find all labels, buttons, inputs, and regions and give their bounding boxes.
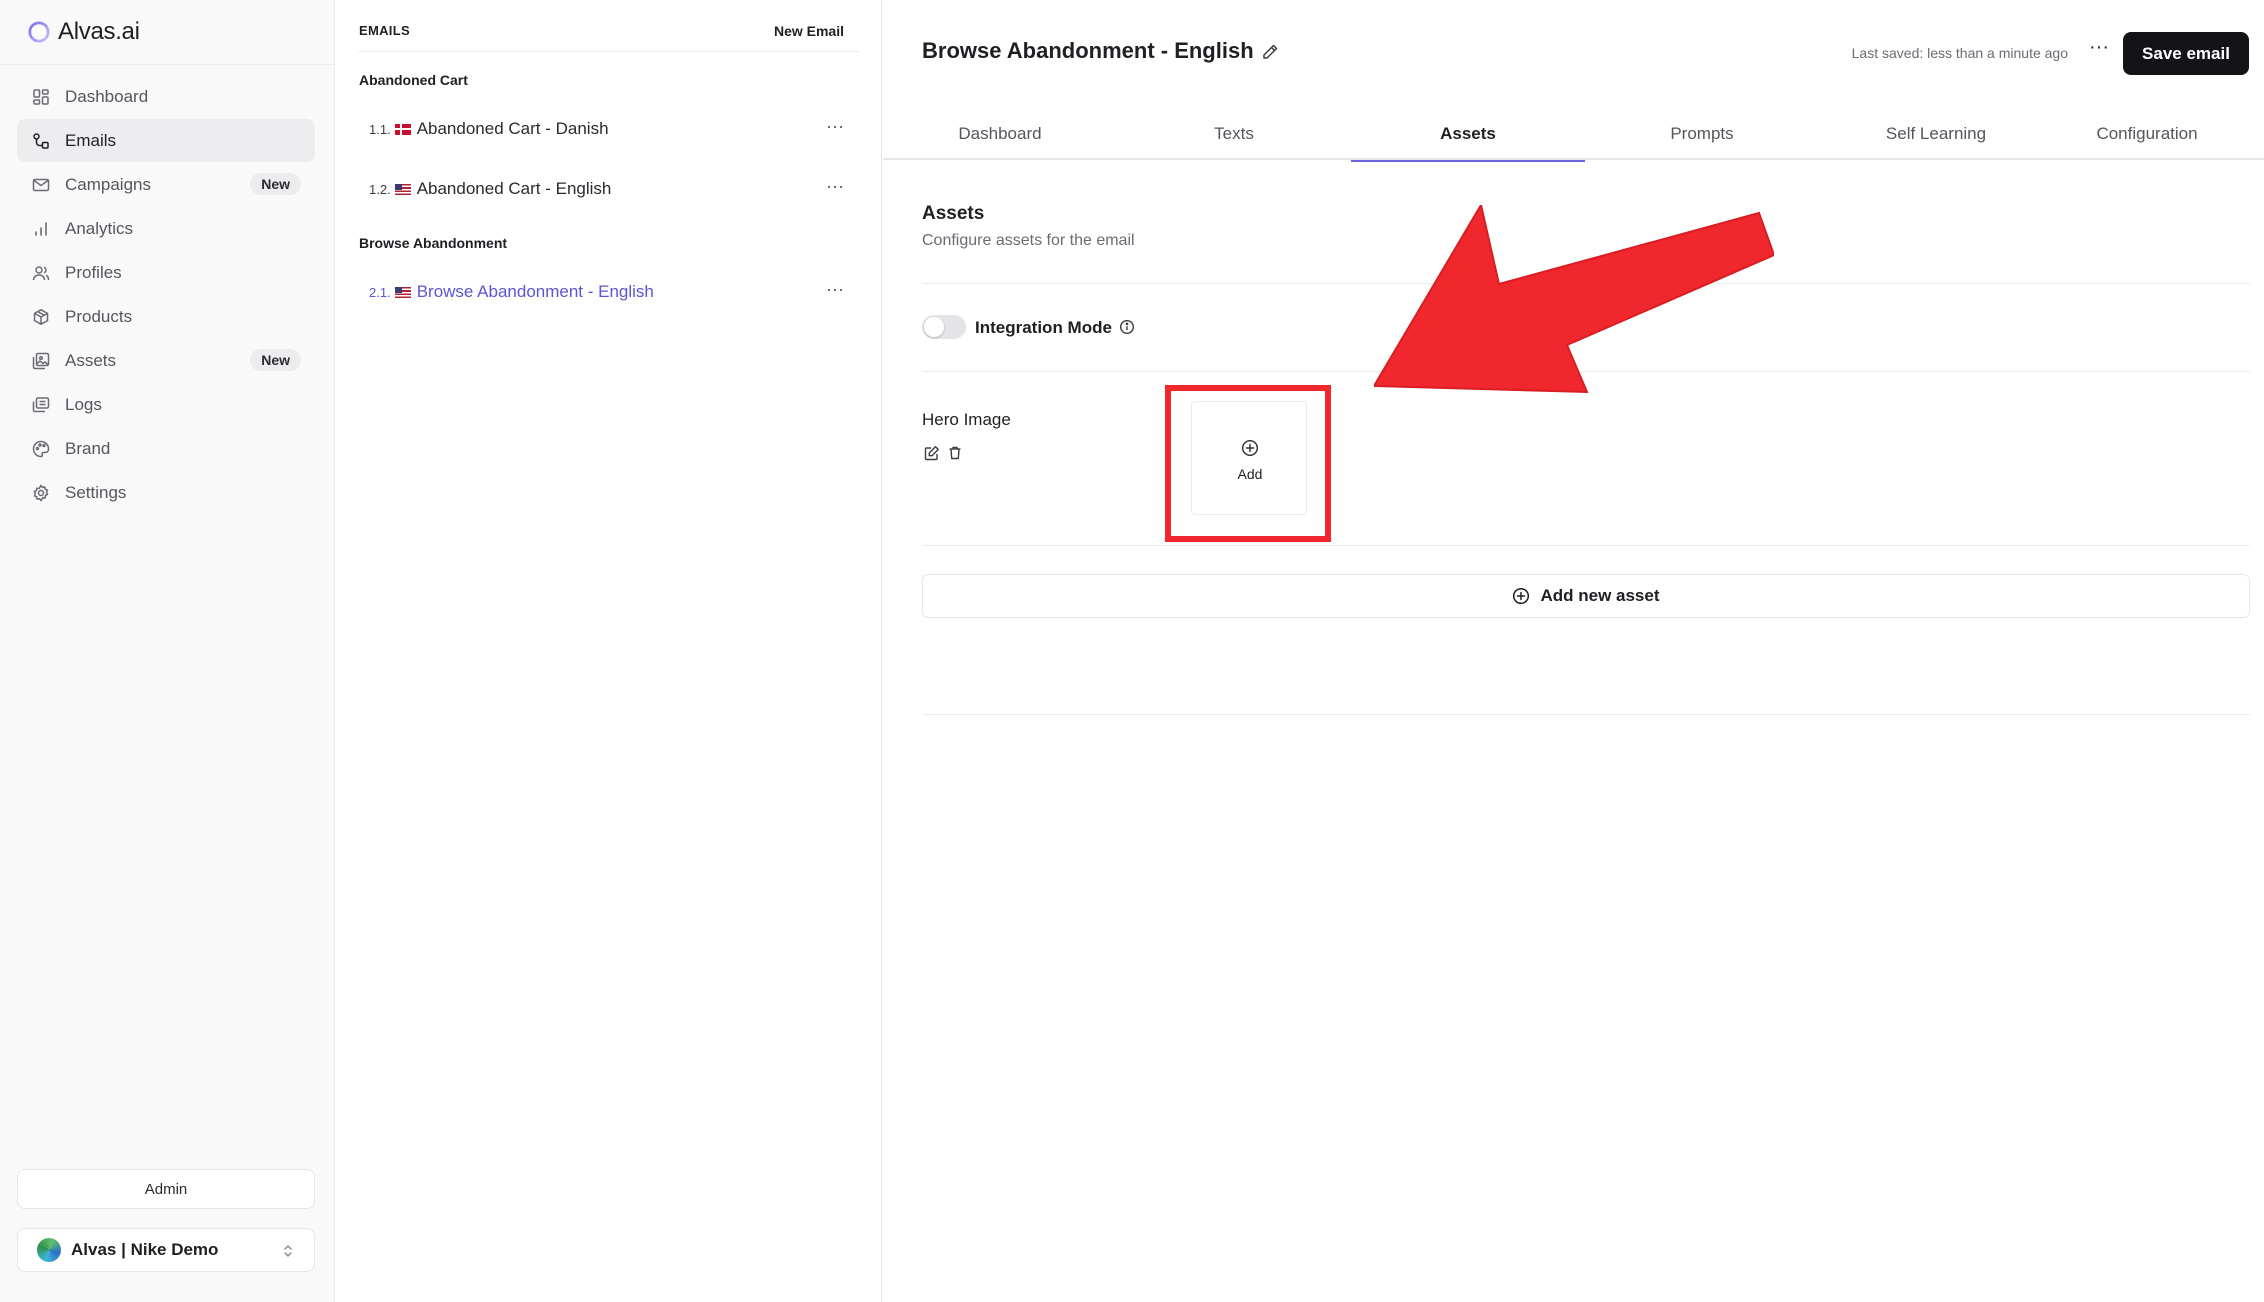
images-icon [31, 351, 51, 371]
plus-circle-icon [1241, 439, 1259, 457]
sidebar-item-products[interactable]: Products [17, 295, 315, 338]
edit-icon[interactable] [924, 445, 940, 461]
group-title: Abandoned Cart [359, 72, 468, 88]
email-label: Abandoned Cart - Danish [416, 119, 609, 138]
divider [0, 64, 335, 65]
logs-icon [31, 395, 51, 415]
trash-icon[interactable] [947, 445, 963, 461]
add-new-asset-button[interactable]: Add new asset [922, 574, 2250, 618]
new-email-button[interactable]: New Email [774, 23, 844, 39]
org-avatar [37, 1238, 61, 1262]
chevron-up-down-icon [284, 1244, 292, 1258]
mail-icon [31, 175, 51, 195]
info-icon[interactable] [1119, 319, 1135, 335]
sidebar-item-label: Assets [65, 350, 117, 370]
gear-icon [31, 483, 51, 503]
new-badge: New [250, 349, 301, 371]
email-number: 1.1. [369, 121, 391, 137]
add-hero-image-button[interactable]: Add [1191, 401, 1307, 515]
sidebar-nav: Dashboard Emails Campaigns New Analytics [17, 75, 315, 515]
page-title: Browse Abandonment - English [922, 38, 1254, 63]
more-options-icon[interactable]: ··· [825, 280, 845, 301]
email-editor: Browse Abandonment - English Last saved:… [883, 0, 2264, 1302]
sidebar-item-logs[interactable]: Logs [17, 383, 315, 426]
new-badge: New [250, 173, 301, 195]
email-list-panel: EMAILS New Email Abandoned Cart 1.1. Aba… [336, 0, 882, 1302]
email-item-abandoned-cart-english[interactable]: 1.2. Abandoned Cart - English ··· [369, 172, 859, 206]
sidebar: Alvas.ai Dashboard Emails Campaigns New [0, 0, 335, 1302]
sidebar-item-label: Products [65, 306, 133, 326]
email-label: Browse Abandonment - English [416, 282, 654, 301]
sidebar-item-label: Brand [65, 438, 111, 458]
sidebar-item-campaigns[interactable]: Campaigns New [17, 163, 315, 206]
us-flag-icon [394, 286, 411, 298]
divider [922, 545, 2250, 546]
admin-button[interactable]: Admin [17, 1169, 315, 1209]
section-subtitle: Configure assets for the email [922, 232, 1135, 249]
sidebar-item-settings[interactable]: Settings [17, 471, 315, 514]
sidebar-item-label: Profiles [65, 262, 122, 282]
pencil-icon[interactable] [1261, 43, 1279, 61]
tab-texts[interactable]: Texts [1117, 108, 1351, 160]
sidebar-item-label: Analytics [65, 218, 134, 238]
users-icon [31, 263, 51, 283]
sidebar-item-dashboard[interactable]: Dashboard [17, 75, 315, 118]
more-options-icon[interactable]: ··· [825, 117, 845, 138]
email-number: 2.1. [369, 284, 391, 300]
package-icon [31, 307, 51, 327]
sidebar-item-label: Emails [65, 130, 117, 150]
divider [922, 371, 2250, 372]
email-item-browse-abandonment-english[interactable]: 2.1. Browse Abandonment - English ··· [369, 275, 859, 309]
sidebar-item-label: Campaigns [65, 174, 151, 194]
dashboard-icon [31, 87, 51, 107]
sidebar-item-label: Settings [65, 482, 127, 502]
integration-mode-label: Integration Mode [975, 318, 1112, 337]
brand-name: Alvas.ai [58, 18, 140, 45]
sidebar-item-label: Logs [65, 394, 102, 414]
add-label: Add [1237, 466, 1263, 482]
sidebar-item-analytics[interactable]: Analytics [17, 207, 315, 250]
integration-mode-toggle[interactable] [922, 315, 966, 339]
tab-dashboard[interactable]: Dashboard [883, 108, 1117, 160]
more-options-icon[interactable]: ··· [2087, 37, 2111, 60]
tab-prompts[interactable]: Prompts [1585, 108, 1819, 160]
add-new-asset-label: Add new asset [1540, 586, 1660, 605]
brand[interactable]: Alvas.ai [28, 14, 140, 50]
tab-configuration[interactable]: Configuration [2030, 108, 2264, 160]
divider [922, 714, 2250, 715]
asset-label: Hero Image [922, 410, 1011, 429]
annotation-arrow-icon [1374, 205, 1774, 394]
org-name: Alvas | Nike Demo [71, 1240, 219, 1259]
sidebar-item-emails[interactable]: Emails [17, 119, 315, 162]
email-number: 1.2. [369, 181, 391, 197]
email-list-header: EMAILS New Email [359, 20, 859, 52]
email-label: Abandoned Cart - English [416, 179, 612, 198]
group-title: Browse Abandonment [359, 235, 508, 251]
emails-icon [31, 131, 51, 151]
section-title: Assets [922, 203, 985, 224]
email-item-abandoned-cart-danish[interactable]: 1.1. Abandoned Cart - Danish ··· [369, 112, 859, 146]
divider [922, 283, 2250, 284]
tab-bar: Dashboard Texts Assets Prompts Self Lear… [883, 108, 2264, 162]
us-flag-icon [394, 183, 411, 195]
tab-self-learning[interactable]: Self Learning [1819, 108, 2053, 160]
sidebar-item-brand[interactable]: Brand [17, 427, 315, 470]
denmark-flag-icon [394, 123, 411, 135]
last-saved-status: Last saved: less than a minute ago [1851, 45, 2068, 61]
more-options-icon[interactable]: ··· [825, 177, 845, 198]
sidebar-item-assets[interactable]: Assets New [17, 339, 315, 382]
alvas-logo-icon [28, 21, 50, 43]
sidebar-item-profiles[interactable]: Profiles [17, 251, 315, 294]
plus-circle-icon [1513, 587, 1530, 605]
palette-icon [31, 439, 51, 459]
sidebar-item-label: Dashboard [65, 86, 149, 106]
toggle-knob [924, 317, 944, 337]
save-email-button[interactable]: Save email [2123, 32, 2249, 75]
tab-assets[interactable]: Assets [1351, 108, 1585, 162]
org-switcher[interactable]: Alvas | Nike Demo [17, 1228, 315, 1272]
email-list-title: EMAILS [359, 23, 410, 38]
bar-chart-icon [31, 219, 51, 239]
